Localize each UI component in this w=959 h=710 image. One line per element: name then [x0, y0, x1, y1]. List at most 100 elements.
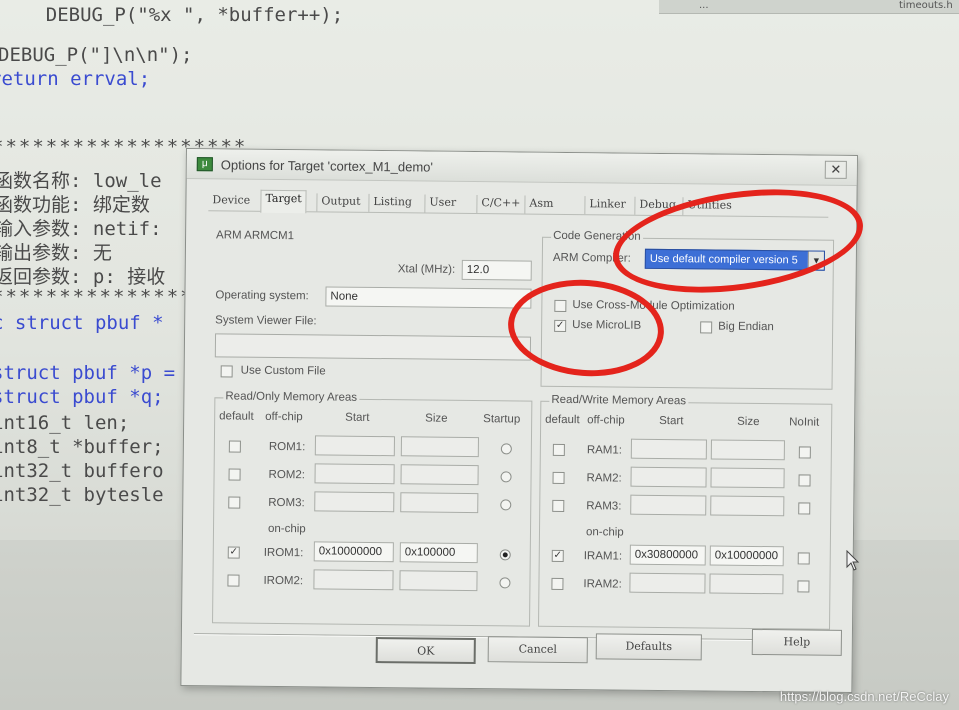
- rw-header-default: default: [545, 413, 580, 427]
- code-line: int32_t byteslе: [0, 484, 164, 506]
- rw-memory-group: Read/Write Memory Areas default off-chip…: [538, 393, 833, 630]
- ram3-default-checkbox[interactable]: [552, 499, 565, 512]
- iram2-size-input[interactable]: [709, 573, 784, 595]
- ro-memory-group: Read/Only Memory Areas default off-chip …: [212, 390, 533, 627]
- rw-header-noinit: NoInit: [789, 416, 820, 429]
- code-line: DEBUG_P("%x ", *buffer++);: [0, 4, 344, 26]
- xtal-input[interactable]: 12.0: [461, 259, 532, 281]
- compiler-select[interactable]: Use default compiler version 5 ▼: [644, 248, 825, 271]
- ram1-default-checkbox[interactable]: [552, 443, 565, 456]
- big-endian-label: Big Endian: [718, 320, 774, 334]
- irom2-label: IROM2:: [263, 574, 304, 588]
- tab-listing[interactable]: Listing: [368, 193, 417, 213]
- ram2-default-checkbox[interactable]: [552, 471, 565, 484]
- irom2-default-checkbox[interactable]: [227, 574, 240, 587]
- ram3-start-input[interactable]: [630, 494, 707, 516]
- iram2-start-input[interactable]: [629, 572, 706, 594]
- irom1-size-input[interactable]: 0x100000: [399, 542, 478, 564]
- microlib-checkbox[interactable]: ✓: [554, 319, 567, 332]
- help-button[interactable]: Help: [751, 628, 842, 656]
- iram1-label: IRAM1:: [583, 550, 623, 563]
- tab-user[interactable]: User: [424, 194, 461, 213]
- svf-input[interactable]: [214, 333, 532, 361]
- ram1-start-input[interactable]: [630, 438, 707, 460]
- tab-cc[interactable]: C/C++: [476, 195, 525, 214]
- rom2-start-input[interactable]: [314, 463, 395, 485]
- code-line: DEBUG_P("]\n\n");: [0, 44, 193, 66]
- rom3-startup-radio[interactable]: [500, 499, 512, 511]
- cross-module-checkbox[interactable]: [554, 299, 567, 312]
- rw-on-chip-label: on-chip: [585, 526, 624, 539]
- code-generation-group: Code Generation ARM Compiler: Use defaul…: [540, 229, 835, 390]
- tab-strip: Device Target Output Listing User C/C++ …: [208, 189, 829, 218]
- os-select[interactable]: None: [325, 286, 532, 309]
- irom2-start-input[interactable]: [313, 569, 394, 591]
- ok-button[interactable]: OK: [375, 637, 476, 665]
- tab-asm[interactable]: Asm: [524, 195, 558, 214]
- svf-label: System Viewer File:: [215, 314, 317, 328]
- irom2-size-input[interactable]: [399, 570, 478, 592]
- ro-header-default: default: [219, 410, 254, 423]
- iram1-size-input[interactable]: 0x10000000: [709, 545, 784, 567]
- ram2-size-input[interactable]: [710, 467, 785, 489]
- os-label: Operating system:: [215, 289, 309, 303]
- rom2-label: ROM2:: [268, 468, 306, 482]
- ro-header-size: Size: [425, 412, 448, 425]
- iram1-noinit-checkbox[interactable]: [797, 552, 810, 565]
- rom3-start-input[interactable]: [314, 491, 395, 513]
- tab-utilities[interactable]: Utilities: [682, 197, 736, 216]
- rw-header-start: Start: [659, 414, 684, 428]
- code-line: int16_t len;: [0, 412, 130, 434]
- code-line: 返回参数: p: 接收: [0, 266, 166, 288]
- ro-header-start: Start: [345, 411, 370, 424]
- rom3-label: ROM3:: [268, 496, 305, 510]
- custom-file-checkbox[interactable]: [220, 365, 233, 378]
- tab-target[interactable]: Target: [260, 189, 307, 214]
- tab-debug[interactable]: Debug: [634, 196, 681, 216]
- ram3-noinit-checkbox[interactable]: [798, 502, 811, 515]
- ram2-start-input[interactable]: [630, 466, 707, 488]
- iram1-default-checkbox[interactable]: ✓: [551, 549, 564, 562]
- tab-linker[interactable]: Linker: [584, 196, 630, 215]
- watermark: https://blog.csdn.net/ReCclay: [779, 689, 949, 704]
- rom2-startup-radio[interactable]: [500, 471, 512, 483]
- code-line: 函数功能: 绑定数: [0, 194, 150, 216]
- tab-device[interactable]: Device: [208, 192, 254, 210]
- editor-tab[interactable]: timeouts.h: [899, 0, 953, 11]
- chevron-down-icon[interactable]: ▼: [807, 251, 824, 270]
- rom1-default-checkbox[interactable]: [228, 440, 241, 453]
- close-button[interactable]: ✕: [824, 160, 847, 179]
- irom1-default-checkbox[interactable]: ✓: [227, 546, 240, 559]
- defaults-button[interactable]: Defaults: [595, 633, 702, 661]
- editor-tab[interactable]: ...: [699, 0, 709, 11]
- ram1-size-input[interactable]: [710, 439, 785, 461]
- rom3-size-input[interactable]: [400, 492, 479, 514]
- cancel-button[interactable]: Cancel: [487, 636, 588, 664]
- ro-memory-title: Read/Only Memory Areas: [223, 390, 360, 404]
- rom2-default-checkbox[interactable]: [228, 468, 241, 481]
- ro-on-chip-label: on-chip: [267, 522, 306, 536]
- code-generation-title: Code Generation: [551, 229, 643, 243]
- ram1-noinit-checkbox[interactable]: [798, 446, 811, 459]
- ram3-size-input[interactable]: [710, 495, 785, 517]
- cross-module-label: Use Cross-Module Optimization: [572, 299, 735, 313]
- ram2-noinit-checkbox[interactable]: [798, 474, 811, 487]
- big-endian-checkbox[interactable]: [700, 321, 713, 334]
- irom2-startup-radio[interactable]: [499, 577, 511, 589]
- rom2-size-input[interactable]: [400, 464, 479, 486]
- irom1-start-input[interactable]: 0x10000000: [313, 541, 394, 563]
- irom1-startup-radio[interactable]: [499, 549, 511, 561]
- iram2-noinit-checkbox[interactable]: [797, 580, 810, 593]
- rom3-default-checkbox[interactable]: [228, 496, 241, 509]
- rom1-start-input[interactable]: [314, 435, 395, 457]
- code-line: int8_t *buffer;: [0, 436, 164, 458]
- options-dialog: μ Options for Target 'cortex_M1_demo' ✕ …: [180, 148, 858, 694]
- iram2-default-checkbox[interactable]: [551, 577, 564, 590]
- dialog-titlebar[interactable]: μ Options for Target 'cortex_M1_demo' ✕: [186, 149, 857, 187]
- rom1-size-input[interactable]: [400, 436, 479, 458]
- tab-output[interactable]: Output: [316, 193, 365, 212]
- rw-memory-title: Read/Write Memory Areas: [549, 393, 689, 408]
- iram1-start-input[interactable]: 0x30800000: [629, 544, 706, 566]
- mouse-pointer-icon: [846, 550, 860, 571]
- rom1-startup-radio[interactable]: [500, 443, 512, 455]
